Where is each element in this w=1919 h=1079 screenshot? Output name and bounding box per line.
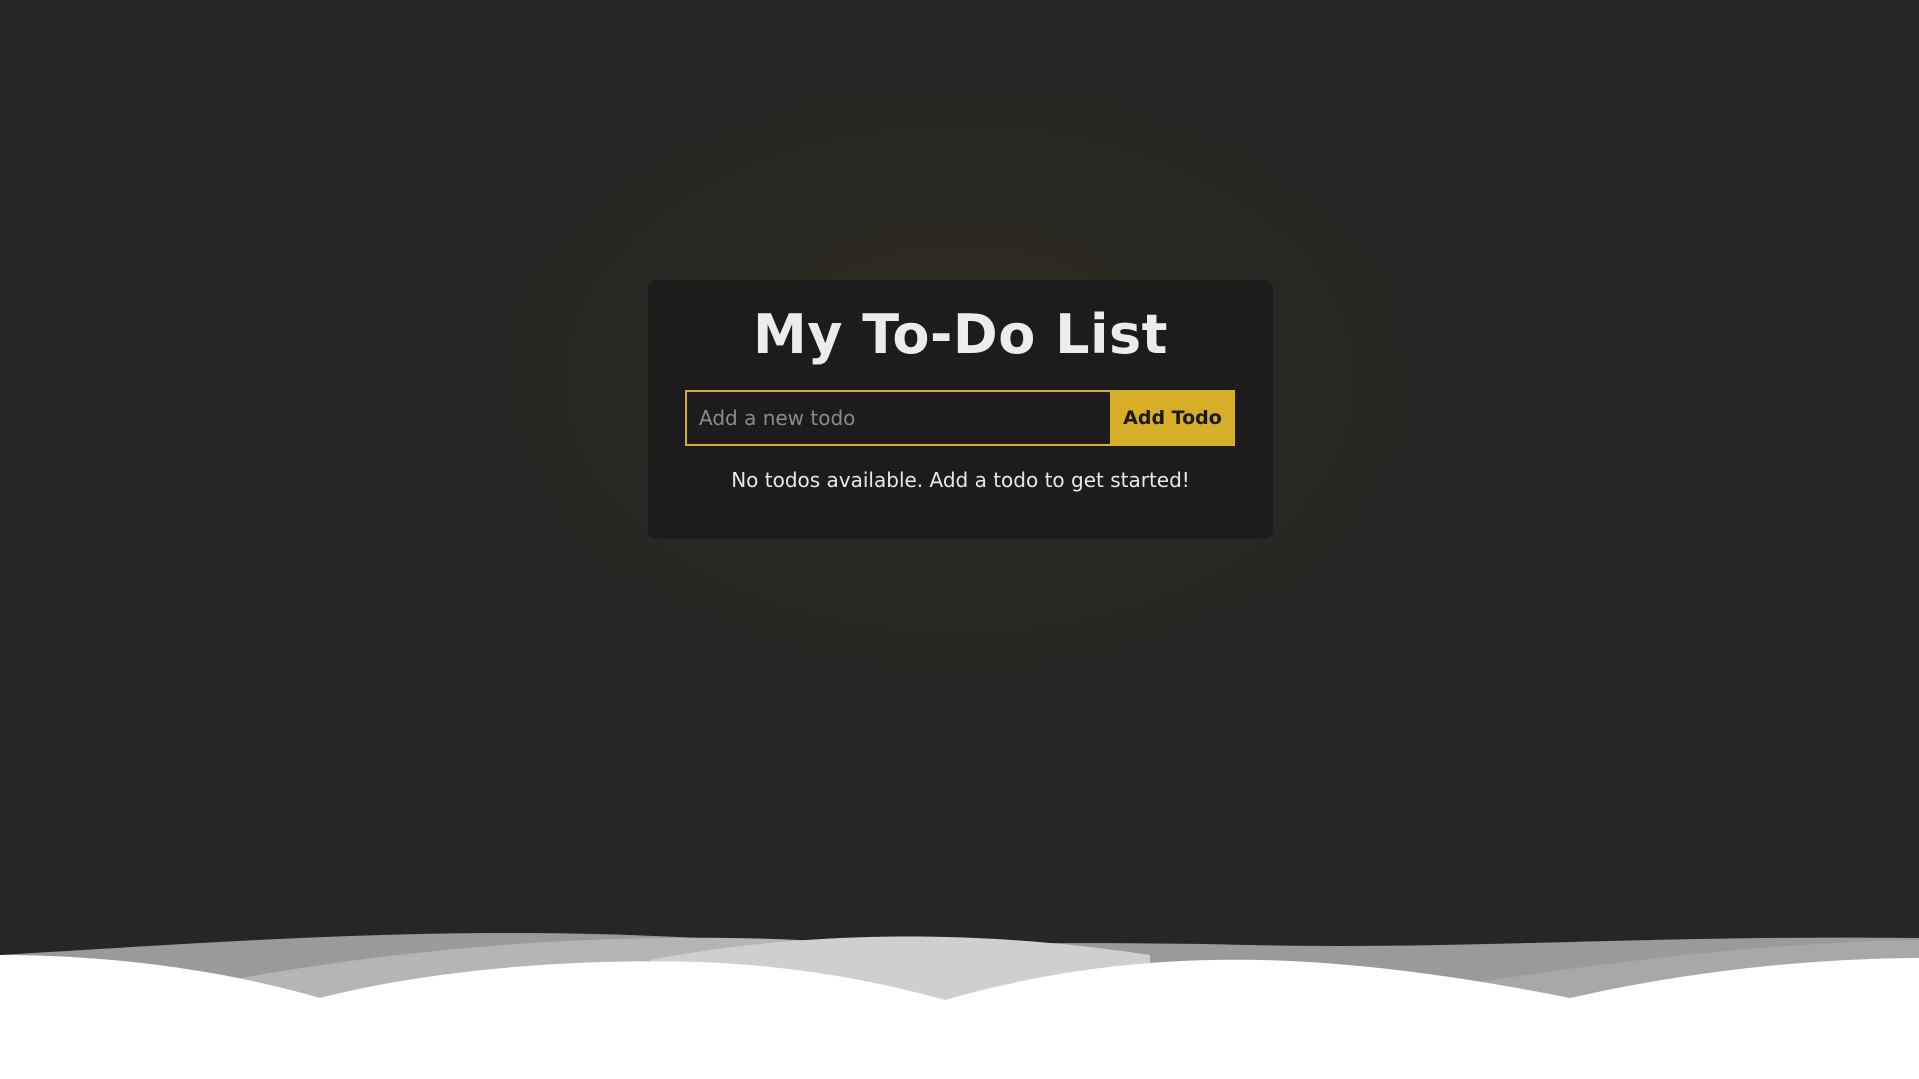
page-title: My To-Do List — [752, 303, 1168, 366]
decorative-waves — [0, 933, 1919, 1079]
todo-card: My To-Do List Add Todo No todos availabl… — [648, 280, 1273, 539]
empty-state-message: No todos available. Add a todo to get st… — [731, 468, 1190, 492]
todo-input[interactable] — [685, 390, 1110, 446]
add-todo-button[interactable]: Add Todo — [1110, 390, 1235, 446]
background-glow — [0, 0, 1919, 1079]
add-todo-form: Add Todo — [685, 390, 1235, 446]
